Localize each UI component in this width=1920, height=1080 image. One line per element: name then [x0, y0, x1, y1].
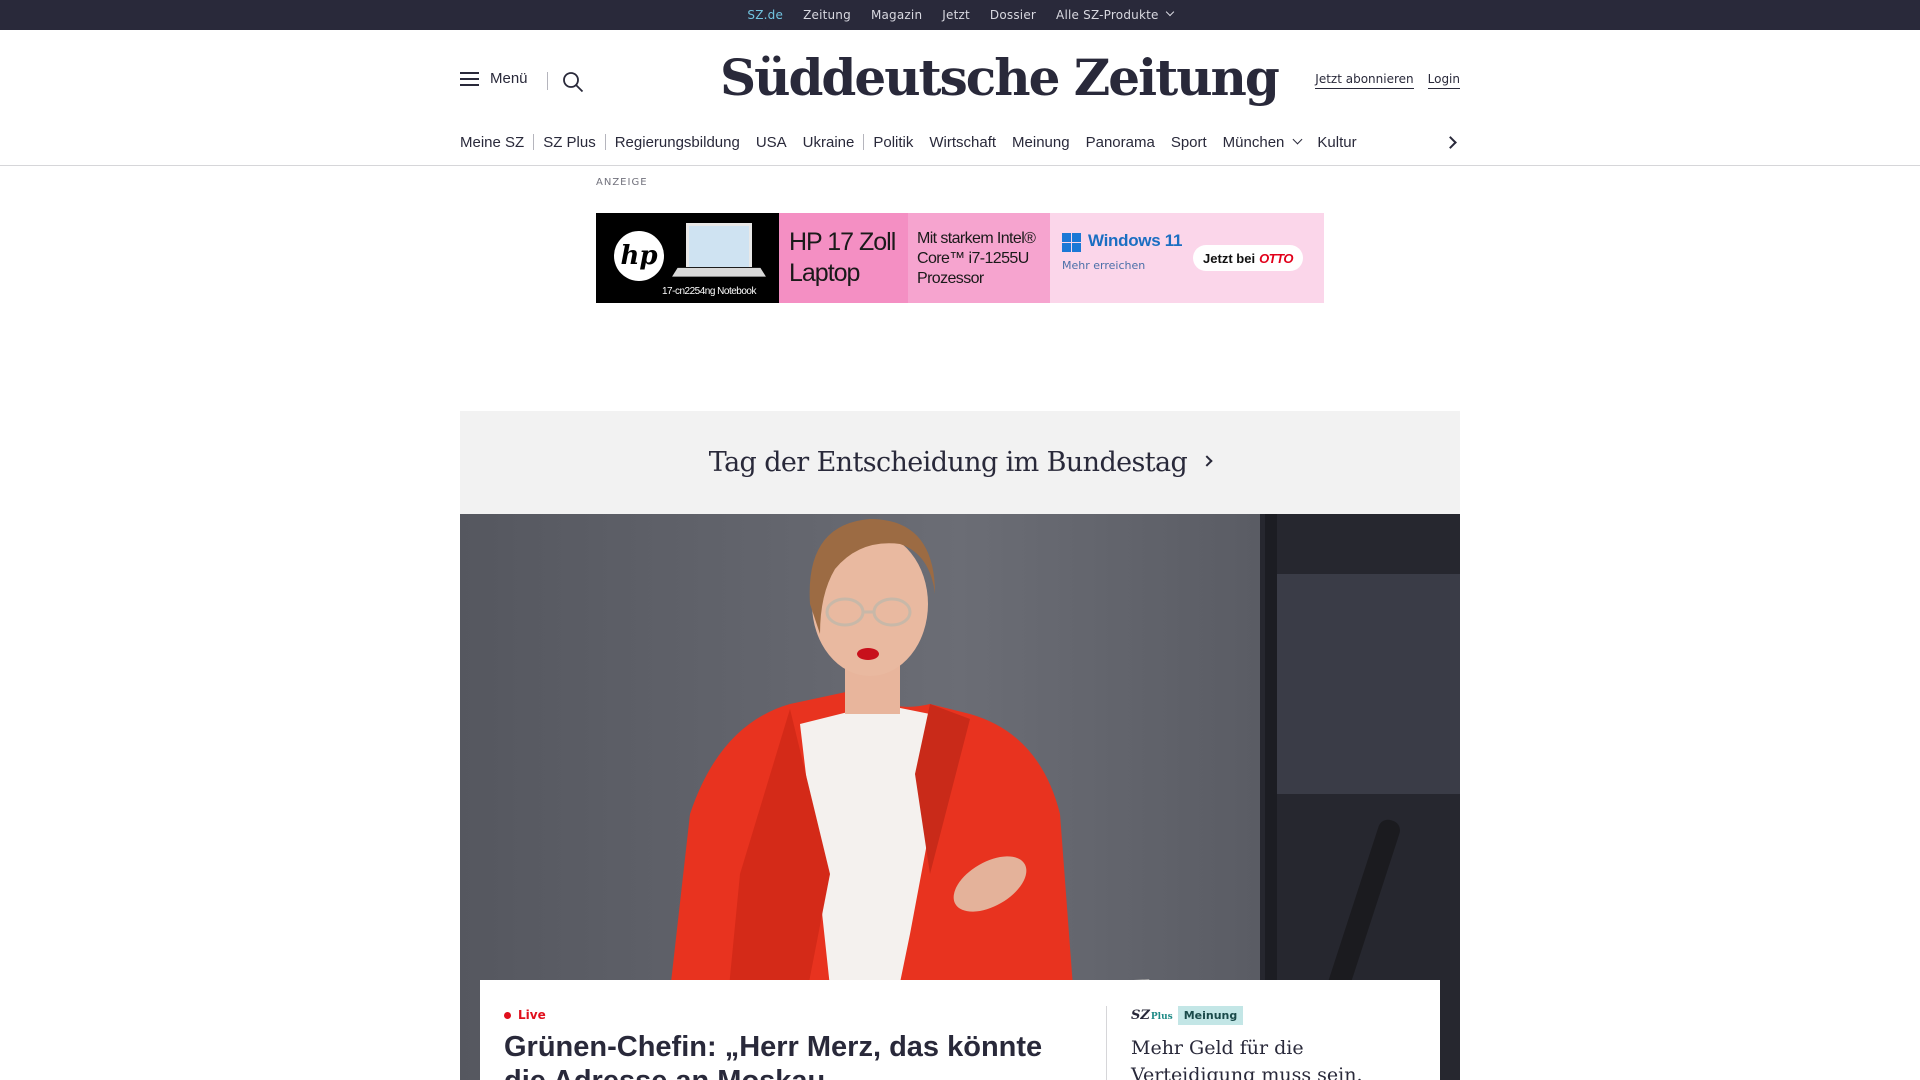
- ad-product: HP 17 Zoll Laptop: [779, 213, 908, 303]
- product-link-zeitung[interactable]: Zeitung: [803, 8, 851, 22]
- nav-ukraine[interactable]: Ukraine: [803, 134, 855, 151]
- product-link-dossier[interactable]: Dossier: [990, 8, 1036, 22]
- side-story-tags: SZPlus Meinung: [1131, 1006, 1421, 1025]
- hp-logo: hp: [614, 231, 664, 281]
- nav-sz-plus[interactable]: SZ Plus: [543, 134, 596, 151]
- search-icon[interactable]: [562, 71, 584, 93]
- live-label: Live: [518, 1008, 546, 1022]
- section-nav: Meine SZ SZ Plus Regierungsbildung USA U…: [460, 130, 1460, 154]
- side-story[interactable]: SZPlus Meinung Mehr Geld für die Verteid…: [1131, 1006, 1421, 1080]
- live-dot-icon: [504, 1011, 511, 1019]
- nav-muenchen[interactable]: München: [1222, 133, 1303, 151]
- category-tag: Meinung: [1177, 1006, 1244, 1025]
- ad-cpu-line3: Prozessor: [917, 270, 984, 287]
- teaser-title: Tag der Entscheidung im Bundestag: [708, 447, 1188, 478]
- nav-regierungsbildung[interactable]: Regierungsbildung: [615, 134, 740, 151]
- login-link[interactable]: Login: [1427, 72, 1460, 89]
- chevron-right-icon: [1201, 454, 1213, 467]
- nav-meinung[interactable]: Meinung: [1012, 134, 1070, 151]
- nav-usa[interactable]: USA: [756, 134, 787, 151]
- divider: [1106, 1006, 1107, 1080]
- subscribe-link[interactable]: Jetzt abonnieren: [1315, 72, 1414, 89]
- sz-plus-sub: Plus: [1150, 1012, 1173, 1022]
- all-products-dropdown[interactable]: Alle SZ-Produkte: [1056, 7, 1174, 22]
- divider: [533, 134, 535, 150]
- nav-kultur[interactable]: Kultur: [1317, 134, 1356, 151]
- otto-logo: OTTO: [1259, 250, 1293, 266]
- menu-label: Menü: [490, 70, 528, 87]
- divider: [604, 134, 606, 150]
- sz-plus-brand: SZ: [1131, 1008, 1150, 1023]
- ad-label: ANZEIGE: [596, 177, 648, 188]
- nav-politik[interactable]: Politik: [873, 134, 913, 151]
- ad-banner[interactable]: hp 17-cn2254ng Notebook HP 17 Zoll Lapto…: [596, 213, 1324, 303]
- ad-cpu: Mit starkem Intel® Core™ i7-1255U Prozes…: [908, 213, 1050, 303]
- ad-product-line1: HP 17 Zoll: [789, 228, 896, 256]
- ad-os-sub: Mehr erreichen: [1062, 259, 1146, 272]
- menu-button[interactable]: Menü: [460, 70, 528, 87]
- chevron-down-icon: [1292, 134, 1303, 144]
- chevron-down-icon: [1165, 7, 1174, 17]
- ad-cpu-line1: Mit starkem Intel®: [917, 230, 1036, 247]
- product-nav: SZ.de Zeitung Magazin Jetzt Dossier Alle…: [0, 0, 1920, 32]
- site-header: Menü Süddeutsche Zeitung Jetzt abonniere…: [0, 30, 1920, 166]
- product-link-all[interactable]: Alle SZ-Produkte: [1056, 8, 1159, 22]
- product-link-jetzt[interactable]: Jetzt: [942, 8, 970, 22]
- ad-cta-button[interactable]: Jetzt bei OTTO: [1193, 245, 1303, 271]
- topic-teaser[interactable]: Tag der Entscheidung im Bundestag: [460, 411, 1460, 514]
- side-story-title: Mehr Geld für die Verteidigung muss sein…: [1131, 1037, 1363, 1080]
- ad-os-panel: Windows 11 Mehr erreichen Jetzt bei OTTO: [1050, 213, 1324, 303]
- lead-story-card: Live Grünen-Chefin: „Herr Merz, das könn…: [480, 980, 1440, 1080]
- product-link-magazin[interactable]: Magazin: [871, 8, 922, 22]
- lead-headline[interactable]: Grünen-Chefin: „Herr Merz, das könnte di…: [504, 1030, 1084, 1080]
- nav-muenchen-label: München: [1222, 133, 1285, 151]
- ad-os: Windows 11: [1088, 231, 1183, 250]
- top-utility-bar: SZ.de Zeitung Magazin Jetzt Dossier Alle…: [0, 0, 1920, 32]
- live-indicator: Live: [504, 1008, 546, 1022]
- ad-cta-text: Jetzt bei: [1203, 250, 1256, 266]
- laptop-icon: [686, 223, 752, 267]
- windows-logo-icon: [1062, 233, 1081, 252]
- ad-model: 17-cn2254ng Notebook: [662, 286, 756, 297]
- nav-sport[interactable]: Sport: [1171, 134, 1207, 151]
- nav-meine-sz[interactable]: Meine SZ: [460, 134, 524, 151]
- divider: [547, 72, 548, 90]
- ad-hp-panel: hp 17-cn2254ng Notebook: [596, 213, 779, 303]
- nav-wirtschaft[interactable]: Wirtschaft: [929, 134, 996, 151]
- ad-cpu-line2: Core™ i7-1255U: [917, 250, 1029, 267]
- auth-links: Jetzt abonnieren Login: [1315, 72, 1460, 89]
- product-link-sz-de[interactable]: SZ.de: [747, 8, 783, 32]
- site-logo[interactable]: Süddeutsche Zeitung: [720, 48, 1280, 107]
- ad-product-line2: Laptop: [789, 259, 860, 287]
- hamburger-icon: [460, 71, 479, 86]
- divider: [863, 134, 865, 150]
- sz-plus-badge: SZPlus: [1131, 1008, 1173, 1023]
- nav-panorama[interactable]: Panorama: [1086, 134, 1155, 151]
